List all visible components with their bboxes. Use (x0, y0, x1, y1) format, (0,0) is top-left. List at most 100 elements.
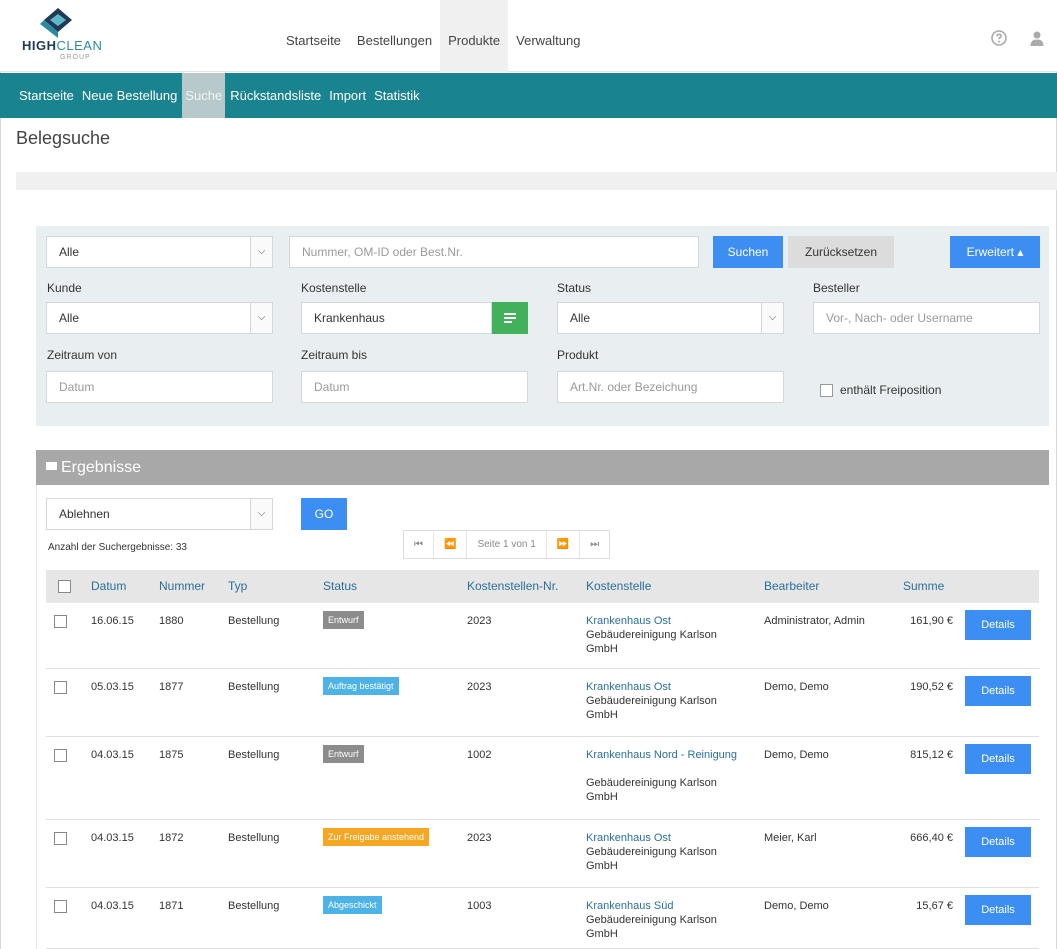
details-button[interactable]: Details (965, 895, 1031, 925)
prev-page-icon[interactable]: ⏪ (434, 531, 468, 558)
cell-nummer: 1875 (159, 749, 184, 761)
logo-text-light: CLEAN (56, 38, 103, 53)
logo-subtext: GROUP (60, 54, 91, 61)
list-icon (504, 313, 516, 323)
top-nav-verwaltung[interactable]: Verwaltung (508, 0, 588, 72)
col-kostenstelle[interactable]: Kostenstelle (586, 570, 651, 603)
cell-datum: 04.03.15 (91, 900, 134, 912)
advanced-toggle-button[interactable]: Erweitert ▴ (950, 236, 1040, 268)
details-button[interactable]: Details (965, 744, 1031, 774)
kostenstelle-company: Gebäudereinigung Karlson GmbH (586, 846, 717, 872)
cell-bearbeiter: Demo, Demo (764, 681, 829, 693)
kunde-select[interactable]: Alle ⌵ (46, 302, 273, 334)
cell-summe: 15,67 € (916, 900, 953, 912)
produkt-input[interactable]: Art.Nr. oder Bezeichung (557, 371, 784, 403)
table-row: 05.03.15 1877 Bestellung 2023 Auftrag bestät… (46, 669, 1039, 737)
col-datum[interactable]: Datum (91, 570, 126, 603)
sub-nav-rueckstandsliste[interactable]: Rückstandsliste (227, 73, 324, 118)
kostenstelle-company: Gebäudereinigung Karlson GmbH (586, 695, 717, 721)
chevron-down-icon: ⌵ (761, 303, 783, 333)
cell-bearbeiter: Meier, Karl (764, 832, 817, 844)
list-icon (46, 462, 57, 470)
results-title: Ergebnisse (61, 459, 142, 476)
table-row: 04.03.15 1871 Bestellung 1003 Abgeschickt Kra… (46, 888, 1039, 949)
zeitraum-bis-label: Zeitraum bis (301, 348, 368, 362)
select-all-checkbox[interactable] (58, 580, 71, 593)
sub-nav-neue-bestellung[interactable]: Neue Bestellung (79, 73, 180, 118)
next-page-icon[interactable]: ⏩ (547, 531, 581, 558)
zeitraum-von-label: Zeitraum von (47, 348, 118, 362)
row-checkbox[interactable] (54, 615, 67, 628)
cell-bearbeiter: Demo, Demo (764, 749, 829, 761)
cell-kst-nr: 1002 (467, 749, 492, 761)
status-select-value: Alle (570, 311, 591, 325)
page-info: Seite 1 von 1 (467, 531, 547, 558)
row-checkbox[interactable] (54, 832, 67, 845)
top-nav-produkte[interactable]: Produkte (440, 0, 509, 72)
details-button[interactable]: Details (965, 610, 1031, 640)
logo-text: HIGHCLEAN (22, 38, 102, 53)
cell-kst-nr: 2023 (467, 681, 492, 693)
row-checkbox[interactable] (54, 749, 67, 762)
details-button[interactable]: Details (965, 827, 1031, 857)
table-row: 16.06.15 1880 Bestellung 2023 Entwurf Kranken… (46, 603, 1039, 669)
zeitraum-von-input[interactable]: Datum (46, 371, 273, 403)
status-badge: Abgeschickt (323, 896, 382, 914)
kostenstelle-link[interactable]: Krankenhaus Ost (586, 614, 746, 628)
cell-kst-nr: 1003 (467, 900, 492, 912)
details-button[interactable]: Details (965, 676, 1031, 706)
sub-nav-startseite[interactable]: Startseite (16, 73, 77, 118)
number-search-input[interactable]: Nummer, OM-ID oder Best.Nr. (289, 236, 699, 268)
logo[interactable]: HIGHCLEAN GROUP (22, 8, 132, 66)
produkt-label: Produkt (557, 348, 599, 362)
kostenstelle-link[interactable]: Krankenhaus Süd (586, 899, 746, 913)
top-nav-startseite[interactable]: Startseite (278, 0, 349, 72)
status-label: Status (557, 281, 592, 295)
last-page-icon[interactable]: ⏭ (580, 531, 609, 558)
sub-nav-suche[interactable]: Suche (182, 73, 226, 118)
reset-button[interactable]: Zurücksetzen (788, 236, 894, 268)
first-page-icon[interactable]: ⏮ (404, 531, 434, 558)
besteller-label: Besteller (813, 281, 860, 295)
col-typ[interactable]: Typ (228, 570, 247, 603)
col-nummer[interactable]: Nummer (159, 570, 205, 603)
user-icon[interactable] (1029, 30, 1045, 46)
help-icon[interactable] (991, 30, 1007, 46)
table-row: 04.03.15 1875 Bestellung 1002 Entwurf Kranken… (46, 737, 1039, 820)
kostenstelle-input[interactable]: Krankenhaus (301, 302, 492, 334)
kostenstelle-link[interactable]: Krankenhaus Ost (586, 831, 746, 845)
cell-summe: 190,52 € (910, 681, 953, 693)
cell-nummer: 1880 (159, 615, 184, 627)
cell-typ: Bestellung (228, 832, 280, 844)
go-button[interactable]: GO (301, 498, 347, 530)
kostenstelle-link[interactable]: Krankenhaus Nord - Reinigung (586, 748, 746, 762)
zeitraum-bis-input[interactable]: Datum (301, 371, 528, 403)
status-select[interactable]: Alle ⌵ (557, 302, 784, 334)
freiposition-checkbox[interactable] (820, 384, 833, 397)
cell-datum: 16.06.15 (91, 615, 134, 627)
type-select-value: Alle (59, 245, 80, 259)
kostenstelle-link[interactable]: Krankenhaus Ost (586, 680, 746, 694)
top-bar: HIGHCLEAN GROUP Startseite Bestellungen … (0, 0, 1057, 72)
col-bearbeiter[interactable]: Bearbeiter (764, 570, 819, 603)
row-checkbox[interactable] (54, 900, 67, 913)
row-checkbox[interactable] (54, 681, 67, 694)
bulk-action-select[interactable]: Ablehnen ⌵ (46, 498, 273, 530)
sub-nav-statistik[interactable]: Statistik (371, 73, 423, 118)
cell-nummer: 1877 (159, 681, 184, 693)
chevron-down-icon: ⌵ (250, 303, 272, 333)
kostenstelle-list-button[interactable] (492, 302, 528, 334)
search-button[interactable]: Suchen (713, 236, 783, 268)
kunde-label: Kunde (47, 281, 82, 295)
col-status[interactable]: Status (323, 570, 357, 603)
bulk-action-select-value: Ablehnen (59, 507, 110, 521)
top-nav-bestellungen[interactable]: Bestellungen (349, 0, 440, 72)
status-badge: Zur Freigabe anstehend (323, 828, 430, 846)
cell-typ: Bestellung (228, 900, 280, 912)
cell-bearbeiter: Administrator, Admin (764, 615, 865, 627)
col-kostenstellen-nr[interactable]: Kostenstellen-Nr. (467, 570, 558, 603)
col-summe[interactable]: Summe (903, 570, 944, 603)
besteller-input[interactable]: Vor-, Nach- oder Username (813, 302, 1040, 334)
sub-nav-import[interactable]: Import (326, 73, 369, 118)
type-select[interactable]: Alle ⌵ (46, 236, 273, 268)
